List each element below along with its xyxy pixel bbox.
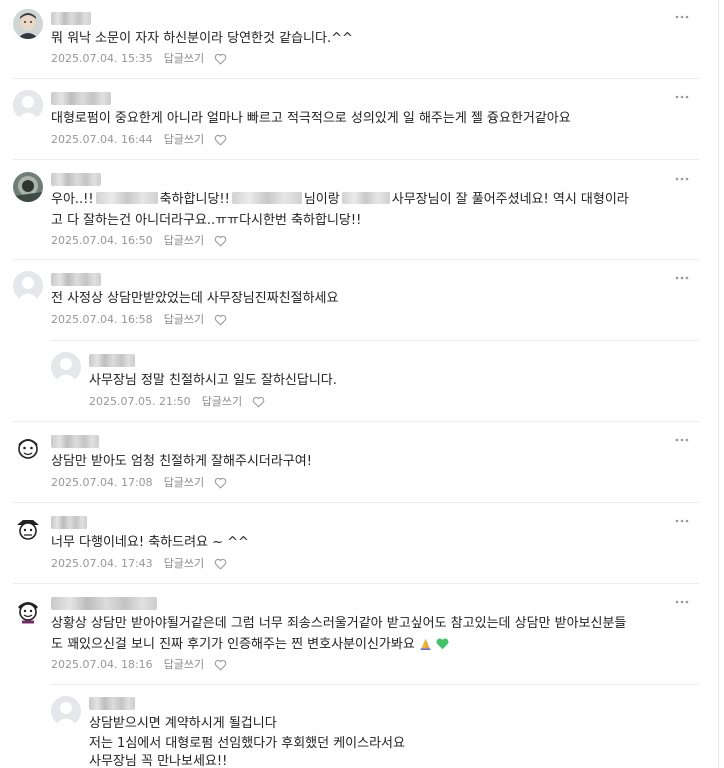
- comment-meta: 2025.07.04. 16:58 답글쓰기: [51, 313, 227, 327]
- comment-meta: 2025.07.04. 18:16 답글쓰기: [51, 658, 227, 672]
- author-name[interactable]: [89, 697, 135, 710]
- comment-meta: 2025.07.04. 17:43 답글쓰기: [51, 557, 227, 571]
- default-avatar-icon: [13, 271, 43, 301]
- comment-date: 2025.07.04. 15:35: [51, 52, 153, 65]
- comment-text: 전 사정상 상담만받았었는데 사무장님진짜친절하세요: [51, 291, 339, 306]
- reply-button[interactable]: 답글쓰기: [202, 395, 242, 409]
- author-name[interactable]: [51, 12, 91, 25]
- comment-text: 고 다 잘하는건 아니더라구요..ㅠㅠ다시한번 축하합니당!!: [51, 213, 362, 228]
- folded-hands-emoji-icon: [420, 638, 431, 650]
- comment-meta: 2025.07.04. 16:50 답글쓰기: [51, 234, 227, 248]
- more-options-icon[interactable]: [674, 514, 690, 528]
- avatar[interactable]: [13, 9, 43, 39]
- divider: [50, 340, 699, 341]
- comment-text: 사무장님 꼭 만나보세요!!: [89, 754, 228, 768]
- redacted-text: [95, 192, 158, 204]
- divider: [13, 583, 699, 584]
- author-name[interactable]: [51, 273, 101, 286]
- profile-photo-icon: [13, 9, 43, 39]
- comment-text: 상담만 받아도 엄청 친절하게 잘해주시더라구여!: [51, 454, 312, 469]
- heart-icon[interactable]: [214, 314, 227, 326]
- comment-text-line: 도 꽤있으신걸 보니 진짜 후기가 인증해주는 찐 변호사분이신가봐요: [51, 634, 449, 655]
- cartoon-avatar-icon: [13, 433, 43, 463]
- default-avatar-icon: [51, 696, 81, 726]
- heart-icon[interactable]: [214, 53, 227, 65]
- divider: [13, 421, 699, 422]
- author-name[interactable]: [51, 435, 99, 448]
- avatar[interactable]: [13, 595, 43, 625]
- divider: [13, 259, 699, 260]
- redacted-text: [231, 192, 302, 204]
- comment-text: 사무장님 정말 친절하시고 일도 잘하신답니다.: [89, 373, 337, 388]
- comment-date: 2025.07.04. 16:58: [51, 313, 153, 326]
- author-name[interactable]: [51, 516, 87, 529]
- comment-date: 2025.07.05. 21:50: [89, 395, 191, 408]
- reply-button[interactable]: 답글쓰기: [164, 234, 204, 248]
- heart-icon[interactable]: [214, 235, 227, 247]
- cartoon-avatar-icon: [13, 595, 43, 625]
- more-options-icon[interactable]: [674, 172, 690, 186]
- comment-text-part: 우아..!!: [51, 192, 94, 207]
- avatar[interactable]: [13, 271, 43, 301]
- avatar[interactable]: [13, 172, 43, 202]
- comment-text-line: 우아..!! 축하합니당!! 님이랑 사무장님이 잘 풀어주셨네요! 역시 대형이라: [51, 189, 629, 210]
- reply-button[interactable]: 답글쓰기: [164, 557, 204, 571]
- comment-date: 2025.07.04. 18:16: [51, 658, 153, 671]
- heart-icon[interactable]: [214, 134, 227, 146]
- heart-icon[interactable]: [214, 477, 227, 489]
- reply-button[interactable]: 답글쓰기: [164, 52, 204, 66]
- comment-text-part: 님이랑: [303, 192, 340, 207]
- comment-meta: 2025.07.04. 16:44 답글쓰기: [51, 133, 227, 147]
- divider: [13, 502, 699, 503]
- comment-date: 2025.07.04. 16:50: [51, 234, 153, 247]
- author-name[interactable]: [51, 597, 157, 610]
- comment-text: 상황상 상담만 받아야될거같은데 그럼 너무 죄송스러울거같아 받고싶어도 참고…: [51, 616, 627, 631]
- comment-meta: 2025.07.04. 17:08 답글쓰기: [51, 476, 227, 490]
- avatar[interactable]: [13, 90, 43, 120]
- avatar[interactable]: [13, 433, 43, 463]
- divider: [13, 78, 699, 79]
- more-options-icon[interactable]: [674, 10, 690, 24]
- more-options-icon[interactable]: [674, 595, 690, 609]
- more-options-icon[interactable]: [674, 433, 690, 447]
- avatar[interactable]: [51, 696, 81, 726]
- comment-text-part: 축하합니당!!: [159, 192, 230, 207]
- more-options-icon[interactable]: [674, 271, 690, 285]
- heart-icon[interactable]: [214, 659, 227, 671]
- reply-button[interactable]: 답글쓰기: [164, 658, 204, 672]
- reply-button[interactable]: 답글쓰기: [164, 133, 204, 147]
- reply-button[interactable]: 답글쓰기: [164, 313, 204, 327]
- divider: [13, 159, 699, 160]
- default-avatar-icon: [13, 90, 43, 120]
- comment-text: 너무 다행이네요! 축하드려요 ~ ^^: [51, 535, 249, 550]
- profile-photo-icon: [13, 172, 43, 202]
- more-options-icon[interactable]: [674, 90, 690, 104]
- author-name[interactable]: [89, 354, 135, 367]
- comment-date: 2025.07.04. 17:43: [51, 557, 153, 570]
- redacted-text: [341, 192, 390, 204]
- divider: [50, 684, 699, 685]
- heart-icon[interactable]: [214, 558, 227, 570]
- comment-text-part: 도 꽤있으신걸 보니 진짜 후기가 인증해주는 찐 변호사분이신가봐요: [51, 637, 415, 652]
- avatar[interactable]: [51, 352, 81, 382]
- comment-date: 2025.07.04. 17:08: [51, 476, 153, 489]
- comment-text-part: 사무장님이 잘 풀어주셨네요! 역시 대형이라: [391, 192, 629, 207]
- green-heart-emoji-icon: [436, 638, 449, 650]
- comment-date: 2025.07.04. 16:44: [51, 133, 153, 146]
- author-name[interactable]: [51, 173, 101, 186]
- avatar[interactable]: [13, 514, 43, 544]
- comment-text: 상담받으시면 계약하시게 될겁니다: [89, 716, 277, 731]
- heart-icon[interactable]: [252, 396, 265, 408]
- comment-text: 뭐 워낙 소문이 자자 하신분이라 당연한것 같습니다.^^: [51, 31, 353, 46]
- cartoon-avatar-icon: [13, 514, 43, 544]
- default-avatar-icon: [51, 352, 81, 382]
- comment-meta: 2025.07.05. 21:50 답글쓰기: [89, 395, 265, 409]
- comment-meta: 2025.07.04. 15:35 답글쓰기: [51, 52, 227, 66]
- comment-text: 대형로펌이 중요한게 아니라 얼마나 빠르고 적극적으로 성의있게 일 해주는게…: [51, 111, 571, 126]
- reply-button[interactable]: 답글쓰기: [164, 476, 204, 490]
- author-name[interactable]: [51, 92, 111, 105]
